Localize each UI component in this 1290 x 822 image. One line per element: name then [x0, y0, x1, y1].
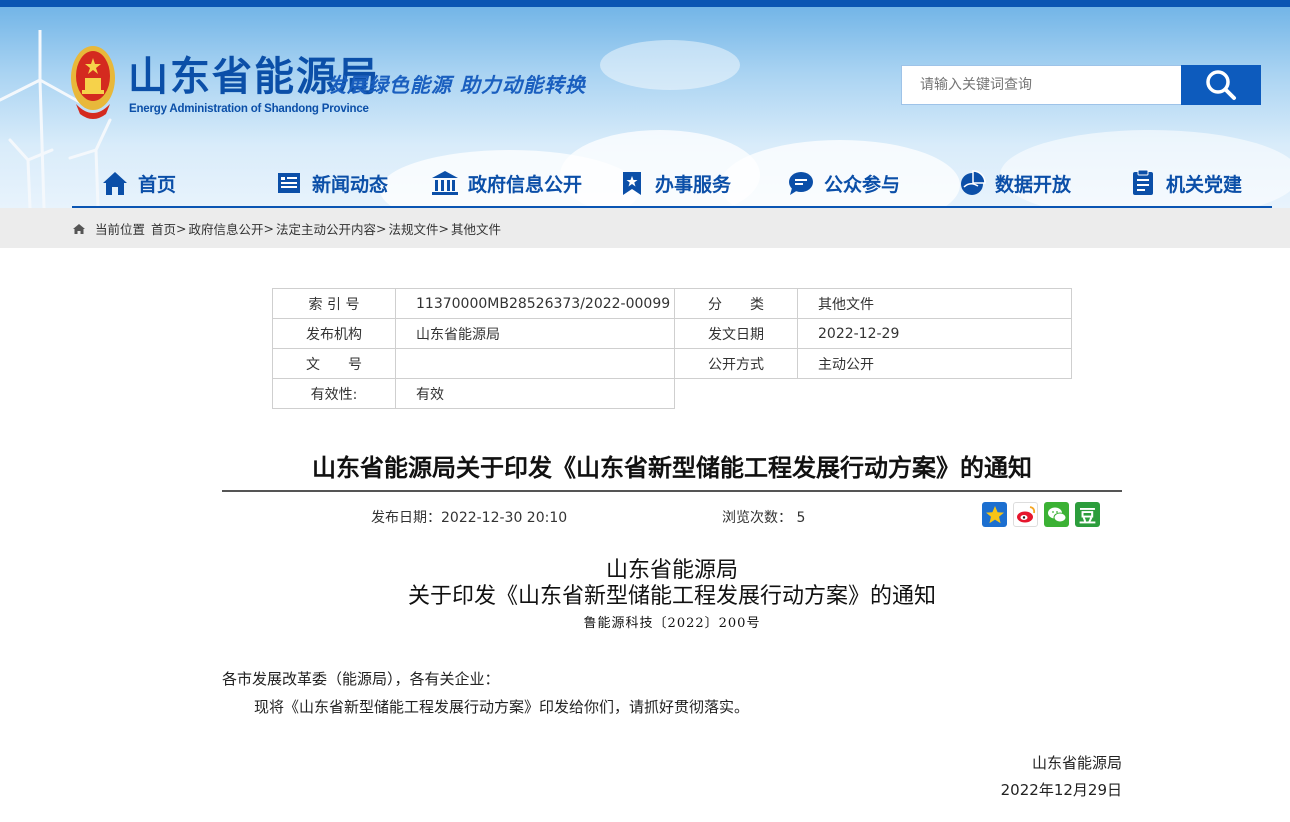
weibo-icon[interactable] [1013, 502, 1038, 527]
body-paragraph: 现将《山东省新型储能工程发展行动方案》印发给你们，请抓好贯彻落实。 [254, 698, 750, 716]
disclosure-label: 公开方式 [674, 348, 798, 379]
chat-icon [786, 168, 816, 198]
nav-label: 机关党建 [1166, 173, 1243, 196]
validity-value: 有效 [395, 378, 675, 409]
validity-label: 有效性: [272, 378, 396, 409]
pie-chart-icon [957, 168, 987, 198]
home-icon [100, 168, 130, 198]
nav-label: 新闻动态 [312, 173, 389, 196]
publish-info: 发布日期：2022-12-30 20:10 [371, 507, 567, 527]
disclosure-value: 主动公开 [797, 348, 1072, 379]
breadcrumb-separator: > [376, 221, 387, 236]
government-building-icon [430, 168, 460, 198]
signature: 山东省能源局 [1031, 754, 1122, 772]
douban-glyph: 豆 [1079, 507, 1096, 527]
view-count: 浏览次数： 5 [722, 507, 805, 527]
nav-label: 数据开放 [995, 173, 1072, 196]
category-label: 分 类 [674, 288, 798, 319]
cloud-decoration [600, 40, 740, 90]
document-number: 鲁能源科技〔2022〕200号 [583, 616, 761, 631]
site-subtitle: Energy Administration of Shandong Provin… [129, 103, 369, 115]
breadcrumb-link-regulations[interactable]: 法规文件 [389, 219, 439, 238]
nav-item-gov-info[interactable]: 政府信息公开 [430, 166, 582, 200]
nav-item-participation[interactable]: 公众参与 [786, 166, 900, 200]
breadcrumb-bar: 当前位置 首页 > 政府信息公开 > 法定主动公开内容 > 法规文件 > 其他文件 [0, 208, 1290, 248]
issuer-label: 发布机构 [272, 318, 396, 349]
nav-label: 公众参与 [824, 173, 901, 196]
breadcrumb-link-other[interactable]: 其他文件 [451, 219, 501, 238]
breadcrumb-link-statutory[interactable]: 法定主动公开内容 [276, 219, 376, 238]
date-label: 发文日期 [674, 318, 798, 349]
signature-date: 2022年12月29日 [1000, 781, 1122, 799]
search-icon [1206, 70, 1236, 100]
nav-label: 政府信息公开 [468, 173, 583, 196]
news-icon [274, 168, 304, 198]
home-icon [73, 223, 85, 234]
search-input[interactable] [901, 65, 1182, 105]
nav-item-open-data[interactable]: 数据开放 [957, 166, 1071, 200]
docno-label: 文 号 [272, 348, 396, 379]
breadcrumb-prefix: 当前位置 [95, 222, 146, 237]
nav-item-services[interactable]: 办事服务 [617, 166, 731, 200]
site-slogan: 发展绿色能源 助力动能转换 [326, 73, 586, 97]
article-title: 山东省能源局关于印发《山东省新型储能工程发展行动方案》的通知 [312, 454, 1032, 482]
national-emblem-icon [71, 46, 115, 119]
table-row: 有效性: 有效 [272, 378, 1072, 409]
salutation: 各市发展改革委（能源局），各有关企业： [222, 670, 500, 688]
breadcrumb-link-home[interactable]: 首页 [151, 219, 176, 238]
issuer-value: 山东省能源局 [395, 318, 675, 349]
views-label: 浏览次数： [722, 510, 792, 526]
main-nav: 首页 新闻动态 政府信息公开 办事服务 公众参与 数据开放 机关党建 [0, 160, 1290, 208]
index-label: 索 引 号 [272, 288, 396, 319]
document-list-icon [1128, 168, 1158, 198]
breadcrumb-separator: > [263, 221, 275, 236]
breadcrumb-separator: > [176, 221, 187, 236]
bookmark-icon [617, 168, 647, 198]
publish-label: 发布日期： [371, 510, 441, 526]
breadcrumb: 当前位置 首页 > 政府信息公开 > 法定主动公开内容 > 法规文件 > 其他文件 [72, 219, 501, 238]
table-row: 文 号 公开方式 主动公开 [272, 348, 1072, 379]
share-bar: 豆 [982, 502, 1100, 527]
category-value: 其他文件 [797, 288, 1072, 319]
table-row: 发布机构 山东省能源局 发文日期 2022-12-29 [272, 318, 1072, 349]
nav-item-home[interactable]: 首页 [100, 166, 176, 200]
nav-label: 办事服务 [655, 173, 732, 196]
document-meta-table: 索 引 号 11370000MB28526373/2022-00099 分 类 … [272, 288, 1072, 409]
date-value: 2022-12-29 [797, 318, 1072, 349]
docno-value [395, 348, 675, 379]
breadcrumb-link-gov-info[interactable]: 政府信息公开 [189, 219, 264, 238]
wechat-icon[interactable] [1044, 502, 1069, 527]
nav-item-news[interactable]: 新闻动态 [274, 166, 388, 200]
title-divider [222, 490, 1122, 492]
table-row: 索 引 号 11370000MB28526373/2022-00099 分 类 … [272, 288, 1072, 319]
publish-date: 2022-12-30 20:10 [441, 510, 568, 526]
search-button[interactable] [1181, 65, 1261, 105]
douban-icon[interactable]: 豆 [1075, 502, 1100, 527]
qzone-icon[interactable] [982, 502, 1007, 527]
index-value: 11370000MB28526373/2022-00099 [395, 288, 675, 319]
breadcrumb-separator: > [438, 221, 450, 236]
empty-cell [675, 379, 1072, 409]
document-title-heading: 关于印发《山东省新型储能工程发展行动方案》的通知 [407, 584, 936, 609]
nav-item-party[interactable]: 机关党建 [1128, 166, 1242, 200]
nav-label: 首页 [138, 173, 177, 196]
site-header: 山东省能源局 Energy Administration of Shandong… [0, 0, 1290, 208]
top-accent-bar [0, 0, 1290, 7]
views-value: 5 [796, 510, 806, 526]
